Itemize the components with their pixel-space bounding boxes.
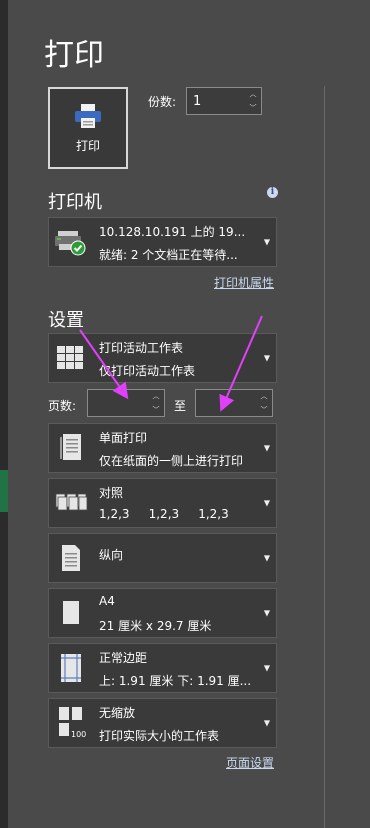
orientation-line1: 纵向	[99, 548, 124, 562]
chevron-down-icon: ▼	[263, 353, 270, 363]
printer-dropdown[interactable]: 10.128.10.191 上的 19... 就绪: 2 个文档正在等待... …	[48, 217, 277, 267]
spin-up-icon[interactable]: ︿	[261, 391, 268, 401]
preview-divider	[324, 86, 325, 828]
chevron-down-icon: ▼	[263, 663, 270, 673]
margins-line2: 上: 1.91 厘米 下: 1.91 厘...	[99, 674, 252, 688]
pages-label: 页数:	[48, 399, 77, 413]
spin-down-icon[interactable]: ﹀	[261, 405, 268, 415]
chevron-down-icon: ▼	[263, 237, 270, 247]
settings-section-title: 设置	[48, 310, 84, 331]
active-nav-indicator	[0, 470, 8, 512]
copies-input[interactable]	[193, 92, 243, 110]
collation-line2: 1,2,3 1,2,3 1,2,3	[99, 507, 229, 521]
spin-up-icon[interactable]: ︿	[250, 89, 257, 99]
chevron-down-icon: ▼	[263, 608, 270, 618]
printer-status-icon	[53, 224, 89, 260]
collated-pages-icon	[53, 485, 89, 521]
print-what-line1: 打印活动工作表	[99, 341, 184, 355]
spin-up-icon[interactable]: ︿	[153, 391, 160, 401]
sides-dropdown[interactable]: 单面打印 仅在纸面的一侧上进行打印 ▼	[48, 423, 277, 473]
pages-to-input[interactable]	[200, 394, 250, 412]
scaling-line1: 无缩放	[99, 706, 136, 720]
margins-line1: 正常边距	[99, 651, 148, 665]
one-sided-page-icon	[53, 430, 89, 466]
page-title: 打印	[44, 38, 104, 73]
info-icon[interactable]: i	[267, 187, 278, 198]
scaling-dropdown[interactable]: 100 无缩放 打印实际大小的工作表 ▼	[48, 698, 277, 748]
pages-to-stepper[interactable]: ︿ ﹀	[195, 389, 273, 417]
chevron-down-icon: ▼	[263, 718, 270, 728]
print-what-dropdown[interactable]: 打印活动工作表 仅打印活动工作表 ▼	[48, 333, 277, 383]
chevron-down-icon: ▼	[263, 553, 270, 563]
printer-name: 10.128.10.191 上的 19...	[99, 225, 246, 239]
paper-size-line1: A4	[99, 594, 115, 608]
spin-down-icon[interactable]: ﹀	[153, 405, 160, 415]
svg-text:100: 100	[71, 730, 86, 739]
orientation-dropdown[interactable]: 纵向 ▼	[48, 533, 277, 583]
chevron-down-icon: ▼	[263, 498, 270, 508]
print-what-line2: 仅打印活动工作表	[99, 364, 196, 378]
print-button[interactable]: 打印	[48, 87, 128, 169]
collation-dropdown[interactable]: 对照 1,2,3 1,2,3 1,2,3 ▼	[48, 478, 277, 528]
margins-icon	[53, 650, 89, 686]
printer-icon	[73, 103, 103, 133]
scaling-line2: 打印实际大小的工作表	[99, 729, 220, 743]
margins-dropdown[interactable]: 正常边距 上: 1.91 厘米 下: 1.91 厘... ▼	[48, 643, 277, 693]
paper-size-icon	[53, 595, 89, 631]
spin-down-icon[interactable]: ﹀	[250, 103, 257, 113]
printer-status: 就绪: 2 个文档正在等待...	[99, 248, 238, 262]
copies-stepper[interactable]: ︿ ﹀	[186, 87, 262, 115]
pages-from-stepper[interactable]: ︿ ﹀	[87, 389, 165, 417]
printer-properties-link[interactable]: 打印机属性	[214, 274, 274, 291]
copies-label: 份数:	[148, 95, 177, 109]
print-button-label: 打印	[75, 138, 100, 153]
no-scaling-icon: 100	[53, 705, 89, 741]
page-setup-link[interactable]: 页面设置	[226, 754, 274, 771]
portrait-page-icon	[53, 540, 89, 576]
sides-line1: 单面打印	[99, 431, 148, 445]
paper-size-line2: 21 厘米 x 29.7 厘米	[99, 619, 212, 633]
pages-from-input[interactable]	[92, 394, 142, 412]
sides-line2: 仅在纸面的一侧上进行打印	[99, 454, 244, 468]
printer-section-title: 打印机	[48, 192, 102, 213]
sheet-grid-icon	[53, 340, 89, 376]
paper-size-dropdown[interactable]: A4 21 厘米 x 29.7 厘米 ▼	[48, 588, 277, 638]
collation-line1: 对照	[99, 486, 124, 500]
left-edge	[0, 0, 8, 828]
chevron-down-icon: ▼	[263, 443, 270, 453]
pages-to-label: 至	[174, 399, 187, 413]
